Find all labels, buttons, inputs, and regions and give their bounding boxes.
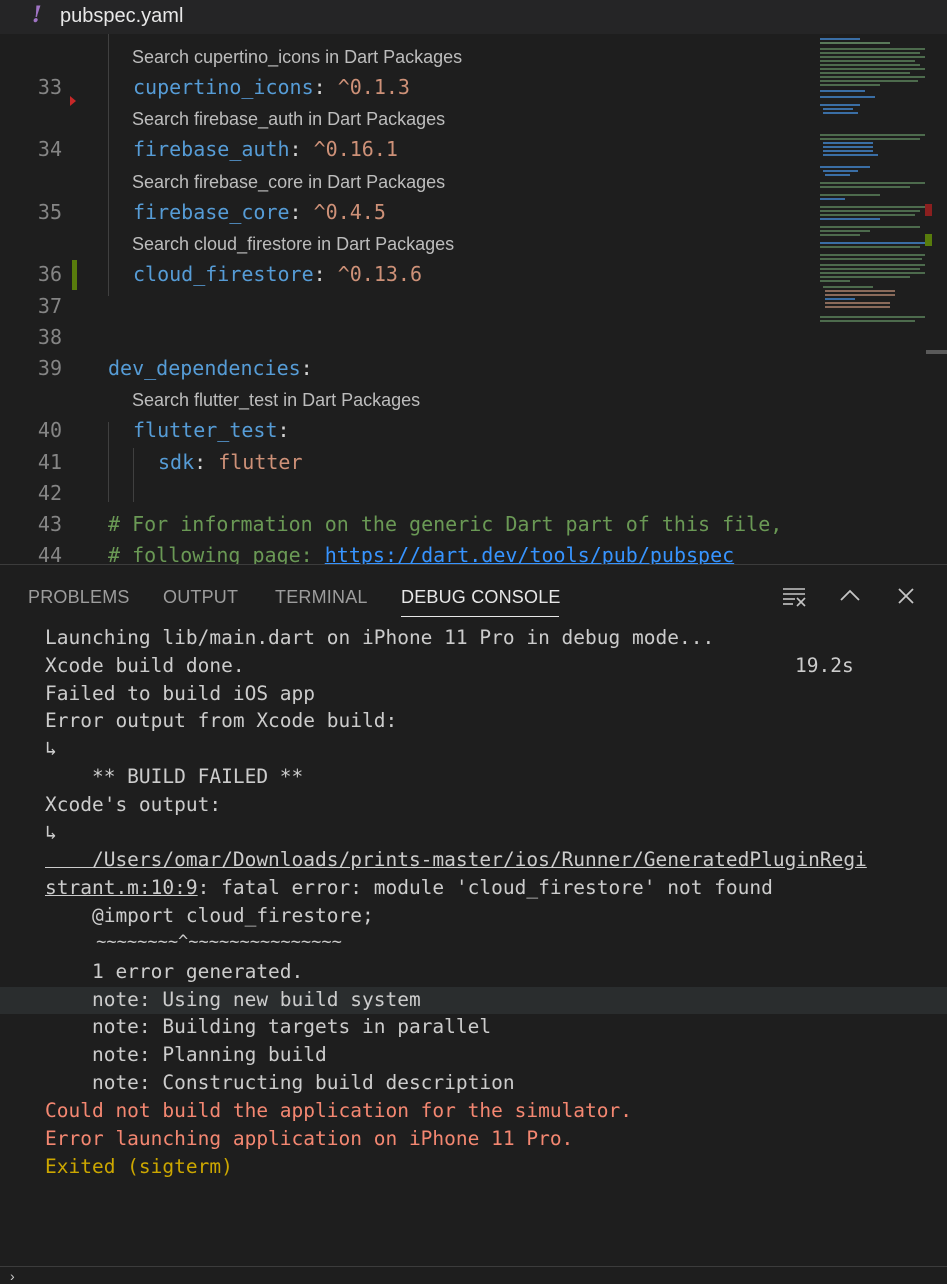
console-line: ↳ [45,821,57,844]
line-number: 35 [37,200,62,224]
code-line: cloud_firestore: ^0.13.6 [133,262,423,286]
line-number: 44 [37,543,62,564]
line-number: 34 [37,137,62,161]
line-number: 33 [37,75,62,99]
console-line: note: Constructing build description [45,1071,515,1094]
clear-console-icon[interactable] [780,583,808,611]
line-number: 40 [37,418,62,442]
console-line: Xcode build done. [45,654,245,677]
line-number: 38 [37,325,62,349]
comment-line: # following page: https://dart.dev/tools… [108,543,734,564]
console-line: note: Building targets in parallel [45,1015,492,1038]
console-line: strant.m:10:9: fatal error: module 'clou… [45,876,773,899]
codelens-search[interactable]: Search firebase_core in Dart Packages [132,172,445,193]
file-path-link[interactable]: strant.m:10:9 [45,876,198,899]
console-error-line: Error launching application on iPhone 11… [45,1127,574,1150]
build-duration: 19.2s [795,654,854,677]
line-number: 41 [37,450,62,474]
console-input-bar[interactable] [0,1266,947,1281]
console-line: ** BUILD FAILED ** [45,765,304,788]
tab-output[interactable]: OUTPUT [163,587,238,608]
chevron-up-icon[interactable] [836,583,864,611]
code-line: firebase_auth: ^0.16.1 [133,137,398,161]
code-line: sdk: flutter [158,450,303,474]
active-tab-indicator [401,616,559,617]
comment-line: # For information on the generic Dart pa… [108,512,783,536]
console-line: Error output from Xcode build: [45,709,398,732]
code-line: flutter_test: [133,418,290,442]
console-line: ↳ [45,737,57,760]
console-exit-line: Exited (sigterm) [45,1155,233,1178]
line-number: 42 [37,481,62,505]
codelens-search[interactable]: Search cloud_firestore in Dart Packages [132,234,454,255]
editor-tab-bar: ! pubspec.yaml [0,0,947,34]
deleted-line-marker [70,96,76,106]
line-number: 39 [37,356,62,380]
line-number: 37 [37,294,62,318]
code-line: firebase_core: ^0.4.5 [133,200,386,224]
console-line: Xcode's output: [45,793,222,816]
code-line: dev_dependencies: [108,356,313,380]
codelens-search[interactable]: Search firebase_auth in Dart Packages [132,109,445,130]
console-prompt-icon: › [10,1268,15,1284]
console-line: @import cloud_firestore; [45,904,374,927]
console-line: Launching lib/main.dart on iPhone 11 Pro… [45,626,715,649]
console-error-line: Could not build the application for the … [45,1099,632,1122]
modified-line-marker [72,260,77,290]
tab-filename[interactable]: pubspec.yaml [60,5,183,28]
minimap[interactable] [815,34,932,564]
file-path-link[interactable]: /Users/omar/Downloads/prints-master/ios/… [45,848,867,871]
console-line: /Users/omar/Downloads/prints-master/ios/… [45,848,867,871]
editor-scrollbar[interactable] [926,350,947,354]
indent-guide [108,34,109,296]
yaml-file-icon: ! [32,2,42,28]
tab-problems[interactable]: PROBLEMS [28,587,130,608]
console-line: Failed to build iOS app [45,682,316,705]
console-line: note: Planning build [45,1043,327,1066]
tab-debug-console[interactable]: DEBUG CONSOLE [401,587,561,608]
line-number: 36 [37,262,62,286]
indent-guide [133,448,134,502]
close-icon[interactable] [892,583,920,611]
pubspec-docs-link[interactable]: https://dart.dev/tools/pub/pubspec [325,543,734,564]
codelens-search[interactable]: Search cupertino_icons in Dart Packages [132,47,462,68]
console-line: note: Using new build system [45,988,421,1011]
code-line: cupertino_icons: ^0.1.3 [133,75,410,99]
line-number: 43 [37,512,62,536]
console-line: ~~~~~~~~^~~~~~~~~~~~~~~~ [45,932,342,952]
codelens-search[interactable]: Search flutter_test in Dart Packages [132,390,420,411]
indent-guide [108,422,109,502]
code-editor[interactable]: Search cupertino_icons in Dart Packages … [0,34,947,564]
console-line: 1 error generated. [45,960,304,983]
bottom-panel: PROBLEMS OUTPUT TERMINAL DEBUG CONSOLE L… [0,564,947,1281]
tab-terminal[interactable]: TERMINAL [275,587,368,608]
